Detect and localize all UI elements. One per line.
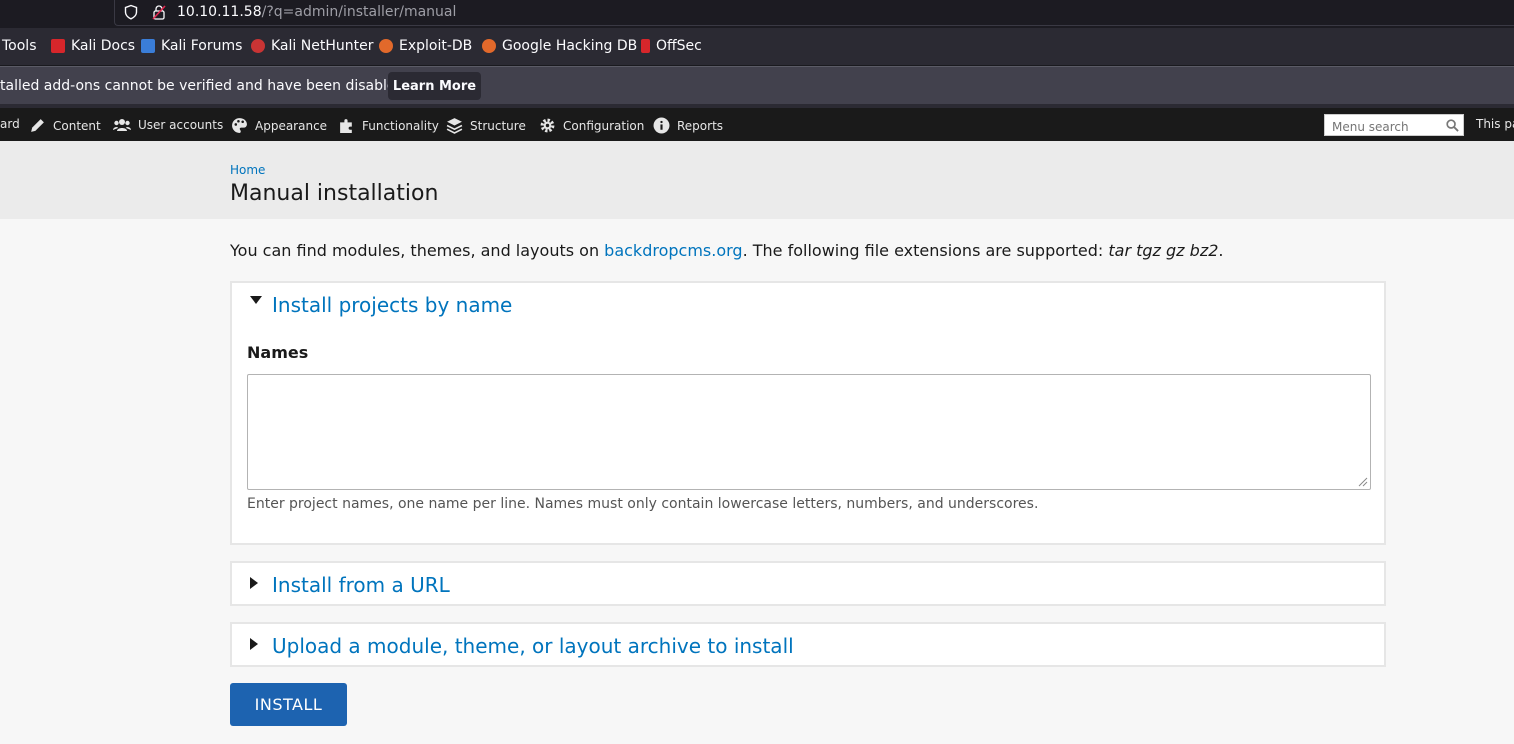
exploit-db-icon xyxy=(379,39,393,53)
admin-menu-reports[interactable]: Reports xyxy=(653,117,723,134)
admin-menu-label: User accounts xyxy=(138,118,224,132)
bookmark-offsec[interactable]: OffSec xyxy=(641,38,702,54)
fieldset-upload-archive[interactable]: Upload a module, theme, or layout archiv… xyxy=(230,622,1386,667)
intro-text-part: You can find modules, themes, and layout… xyxy=(230,241,605,260)
bookmark-label: Kali NetHunter xyxy=(271,38,374,54)
kali-docs-icon xyxy=(51,39,65,53)
info-icon xyxy=(653,117,670,134)
admin-menu-label: Content xyxy=(53,118,101,133)
bookmark-label: Google Hacking DB xyxy=(502,38,638,54)
offsec-icon xyxy=(641,39,650,53)
admin-menu-user-accounts[interactable]: User accounts xyxy=(113,117,223,133)
users-icon xyxy=(113,119,131,131)
bookmark-label: OffSec xyxy=(656,38,702,54)
admin-menu-structure[interactable]: Structure xyxy=(446,117,526,134)
triangle-right-icon[interactable] xyxy=(250,638,258,650)
names-textarea[interactable] xyxy=(247,374,1371,490)
menu-search-input[interactable] xyxy=(1324,114,1464,136)
kali-forums-icon xyxy=(141,39,155,53)
bookmark-kali-docs[interactable]: Kali Docs xyxy=(51,38,135,54)
admin-menu-label: Reports xyxy=(677,118,724,133)
names-help-text: Enter project names, one name per line. … xyxy=(247,496,1039,512)
admin-menu-functionality[interactable]: Functionality xyxy=(338,117,439,134)
browser-toolbar: 10.10.11.58/?q=admin/installer/manual xyxy=(0,0,1514,28)
names-label: Names xyxy=(247,343,309,362)
admin-menu-dashboard[interactable]: ard xyxy=(0,117,20,131)
admin-menu-label: Functionality xyxy=(362,118,439,133)
bookmark-label: Tools xyxy=(2,38,37,54)
admin-menu-content[interactable]: Content xyxy=(29,117,101,134)
breadcrumb-home[interactable]: Home xyxy=(230,163,265,177)
ghdb-icon xyxy=(482,39,496,53)
admin-menu-page-link[interactable]: This pa xyxy=(1476,117,1514,131)
bookmark-tools[interactable]: Tools xyxy=(2,38,37,54)
search-icon[interactable] xyxy=(1446,119,1459,132)
url-bar[interactable]: 10.10.11.58/?q=admin/installer/manual xyxy=(114,0,1514,26)
url-text[interactable]: 10.10.11.58/?q=admin/installer/manual xyxy=(177,4,456,20)
insecure-lock-icon[interactable] xyxy=(151,4,167,20)
intro-text-part: . xyxy=(1218,241,1224,260)
gear-icon xyxy=(540,118,555,133)
layers-icon xyxy=(446,118,463,134)
addons-notification: talled add-ons cannot be verified and ha… xyxy=(0,66,1514,104)
bookmarks-bar: Tools Kali Docs Kali Forums Kali NetHunt… xyxy=(0,28,1514,66)
pencil-icon xyxy=(31,119,44,132)
bookmark-kali-forums[interactable]: Kali Forums xyxy=(141,38,242,54)
shield-icon[interactable] xyxy=(123,4,139,20)
url-path: /?q=admin/installer/manual xyxy=(261,4,457,20)
puzzle-icon xyxy=(340,119,352,133)
learn-more-button[interactable]: Learn More xyxy=(388,72,481,100)
install-by-name-toggle[interactable]: Install projects by name xyxy=(272,293,512,317)
notification-text: talled add-ons cannot be verified and ha… xyxy=(0,78,409,94)
supported-extensions: tar tgz gz bz2 xyxy=(1108,241,1219,260)
page-header: Home Manual installation xyxy=(0,141,1514,219)
page-title: Manual installation xyxy=(230,181,439,206)
upload-archive-toggle[interactable]: Upload a module, theme, or layout archiv… xyxy=(272,634,794,658)
bookmark-label: Kali Docs xyxy=(71,38,136,54)
admin-menu-label: Structure xyxy=(470,118,526,133)
bookmark-kali-nethunter[interactable]: Kali NetHunter xyxy=(251,38,373,54)
admin-menu-configuration[interactable]: Configuration xyxy=(539,117,644,134)
admin-menu-label: ard xyxy=(0,117,20,131)
url-host: 10.10.11.58 xyxy=(177,4,262,20)
kali-nethunter-icon xyxy=(251,39,265,53)
triangle-right-icon[interactable] xyxy=(250,577,258,589)
intro-text: You can find modules, themes, and layout… xyxy=(230,241,1223,260)
backdropcms-link[interactable]: backdropcms.org xyxy=(604,241,742,260)
admin-menu-label: Appearance xyxy=(255,118,328,133)
fieldset-install-from-url[interactable]: Install from a URL xyxy=(230,561,1386,606)
bookmark-google-hacking-db[interactable]: Google Hacking DB xyxy=(482,38,637,54)
palette-icon xyxy=(232,118,247,133)
bookmark-label: Exploit-DB xyxy=(399,38,473,54)
bookmark-label: Kali Forums xyxy=(161,38,243,54)
admin-menu-bar: ard Content User accounts Appearance Fun… xyxy=(0,108,1514,141)
triangle-down-icon[interactable] xyxy=(250,296,262,305)
resize-handle-icon[interactable] xyxy=(1358,477,1368,487)
bookmark-exploit-db[interactable]: Exploit-DB xyxy=(379,38,472,54)
admin-menu-appearance[interactable]: Appearance xyxy=(231,117,327,134)
intro-text-part: . The following file extensions are supp… xyxy=(742,241,1109,260)
install-button[interactable]: INSTALL xyxy=(230,683,347,726)
admin-menu-label: Configuration xyxy=(563,118,645,133)
install-from-url-toggle[interactable]: Install from a URL xyxy=(272,573,450,597)
